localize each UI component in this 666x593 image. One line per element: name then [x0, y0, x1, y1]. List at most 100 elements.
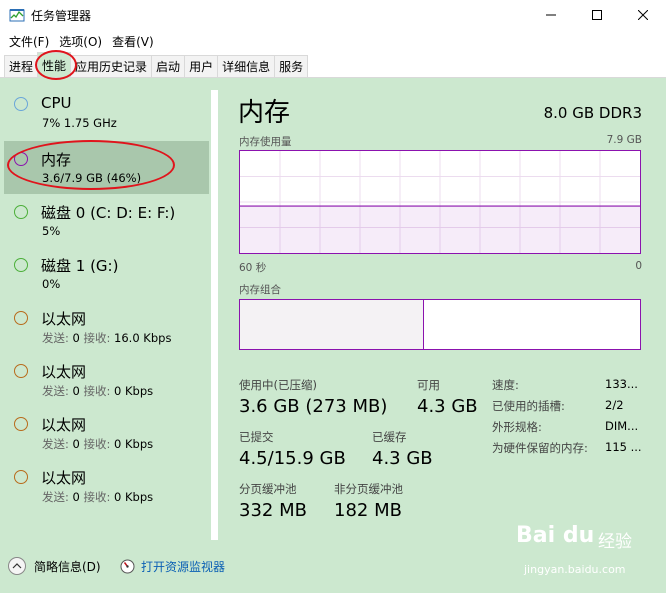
usage-fill-area: [240, 206, 640, 253]
graph-time-right: 0: [635, 260, 642, 272]
sidebar-item-title: 内存: [41, 151, 72, 169]
send-value: 0: [72, 384, 80, 398]
recv-value: 0 Kbps: [114, 490, 154, 504]
title-bar: 任务管理器: [0, 0, 666, 30]
resource-monitor-label: 打开资源监视器: [141, 560, 226, 574]
sidebar-item-title: 以太网: [41, 416, 87, 434]
sidebar-item-ethernet[interactable]: 以太网 发送: 0 接收: 0 Kbps: [4, 459, 209, 512]
chevron-up-icon: [8, 557, 26, 575]
ethernet-indicator-icon: [14, 470, 28, 484]
speed-label: 速度:: [492, 378, 519, 392]
sidebar-item-ethernet[interactable]: 以太网 发送: 0 接收: 0 Kbps: [4, 353, 209, 406]
slots-label: 已使用的插槽:: [492, 399, 565, 413]
composition-in-use: [240, 300, 424, 349]
open-resource-monitor-link[interactable]: 打开资源监视器: [120, 558, 225, 575]
watermark-logo: Bai du: [516, 523, 595, 548]
available-label: 可用: [417, 378, 440, 392]
paged-pool-value: 332 MB: [239, 500, 307, 521]
sidebar-item-subtitle: 0%: [42, 277, 61, 291]
available-value: 4.3 GB: [417, 396, 478, 417]
fewer-details-label: 简略信息(D): [34, 559, 101, 574]
sidebar-item-title: 磁盘 1 (G:): [41, 257, 119, 275]
task-manager-icon: [9, 7, 25, 23]
ethernet-indicator-icon: [14, 311, 28, 325]
sidebar-item-subtitle: 发送: 0 接收: 0 Kbps: [42, 489, 153, 505]
minimize-icon: [546, 14, 556, 16]
graph-time-left: 60 秒: [239, 262, 267, 274]
sidebar-item-subtitle: 7% 1.75 GHz: [42, 116, 117, 130]
send-value: 0: [72, 331, 80, 345]
sidebar-item-ethernet[interactable]: 以太网 发送: 0 接收: 16.0 Kbps: [4, 300, 209, 353]
resource-sidebar: CPU 7% 1.75 GHz 内存 3.6/7.9 GB (46%) 磁盘 0…: [4, 86, 209, 526]
sidebar-item-title: 以太网: [41, 310, 87, 328]
sidebar-item-subtitle: 5%: [42, 224, 61, 238]
sidebar-item-memory[interactable]: 内存 3.6/7.9 GB (46%): [4, 141, 209, 194]
recv-value: 16.0 Kbps: [114, 331, 172, 345]
menu-file[interactable]: 文件(F): [4, 33, 54, 50]
in-use-value: 3.6 GB (273 MB): [239, 396, 388, 417]
ethernet-indicator-icon: [14, 364, 28, 378]
recv-label: 接收:: [83, 384, 111, 398]
sidebar-item-subtitle: 发送: 0 接收: 0 Kbps: [42, 436, 153, 452]
menu-options[interactable]: 选项(O): [54, 33, 107, 50]
maximize-icon: [592, 10, 602, 20]
tab-services[interactable]: 服务: [274, 55, 309, 77]
sidebar-item-cpu[interactable]: CPU 7% 1.75 GHz: [4, 86, 209, 139]
recv-value: 0 Kbps: [114, 384, 154, 398]
ethernet-indicator-icon: [14, 417, 28, 431]
composition-label: 内存组合: [239, 284, 281, 296]
footer-bar: 简略信息(D) 打开资源监视器: [0, 548, 666, 586]
memory-spec: 8.0 GB DDR3: [543, 104, 642, 122]
sidebar-scrollbar[interactable]: [211, 90, 218, 540]
recv-label: 接收:: [83, 331, 111, 345]
committed-value: 4.5/15.9 GB: [239, 448, 346, 469]
recv-value: 0 Kbps: [114, 437, 154, 451]
sidebar-item-title: 磁盘 0 (C: D: E: F:): [41, 204, 176, 222]
sidebar-item-subtitle: 3.6/7.9 GB (46%): [42, 171, 142, 185]
sidebar-item-title: 以太网: [41, 469, 87, 487]
sidebar-item-title: CPU: [41, 94, 72, 112]
minimize-button[interactable]: [528, 0, 574, 30]
committed-label: 已提交: [239, 430, 274, 444]
tab-startup[interactable]: 启动: [151, 55, 186, 77]
paged-pool-label: 分页缓冲池: [239, 482, 297, 496]
usage-graph-canvas: [240, 151, 640, 253]
tab-app-history[interactable]: 应用历史记录: [70, 55, 153, 77]
memory-composition-bar: [239, 299, 641, 350]
cached-value: 4.3 GB: [372, 448, 433, 469]
fewer-details-button[interactable]: 简略信息(D): [8, 557, 101, 575]
tab-details[interactable]: 详细信息: [217, 55, 276, 77]
hardware-reserved-label: 为硬件保留的内存:: [492, 441, 588, 455]
window-title: 任务管理器: [31, 8, 92, 23]
in-use-label: 使用中(已压缩): [239, 378, 317, 392]
recv-label: 接收:: [83, 490, 111, 504]
send-value: 0: [72, 490, 80, 504]
menu-view[interactable]: 查看(V): [107, 33, 159, 50]
sidebar-item-disk0[interactable]: 磁盘 0 (C: D: E: F:) 5%: [4, 194, 209, 247]
maximize-button[interactable]: [574, 0, 620, 30]
tab-processes[interactable]: 进程: [4, 55, 39, 77]
disk-indicator-icon: [14, 258, 28, 272]
slots-value: 2/2: [605, 398, 624, 412]
nonpaged-pool-label: 非分页缓冲池: [334, 482, 403, 496]
disk-indicator-icon: [14, 205, 28, 219]
sidebar-item-title: 以太网: [41, 363, 87, 381]
nonpaged-pool-value: 182 MB: [334, 500, 402, 521]
recv-label: 接收:: [83, 437, 111, 451]
tab-performance[interactable]: 性能: [37, 52, 72, 77]
close-button[interactable]: [620, 0, 666, 30]
send-label: 发送:: [42, 490, 69, 504]
send-label: 发送:: [42, 437, 69, 451]
memory-indicator-icon: [14, 152, 28, 166]
sidebar-item-ethernet[interactable]: 以太网 发送: 0 接收: 0 Kbps: [4, 406, 209, 459]
menu-bar: 文件(F) 选项(O) 查看(V): [0, 30, 666, 52]
tab-users[interactable]: 用户: [184, 55, 219, 77]
form-factor-label: 外形规格:: [492, 420, 542, 434]
resource-monitor-icon: [120, 559, 135, 574]
sidebar-item-disk1[interactable]: 磁盘 1 (G:) 0%: [4, 247, 209, 300]
hardware-reserved-value: 115 ...: [605, 440, 642, 454]
cpu-indicator-icon: [14, 97, 28, 111]
send-label: 发送:: [42, 384, 69, 398]
speed-value: 133...: [605, 377, 638, 391]
cached-label: 已缓存: [372, 430, 407, 444]
